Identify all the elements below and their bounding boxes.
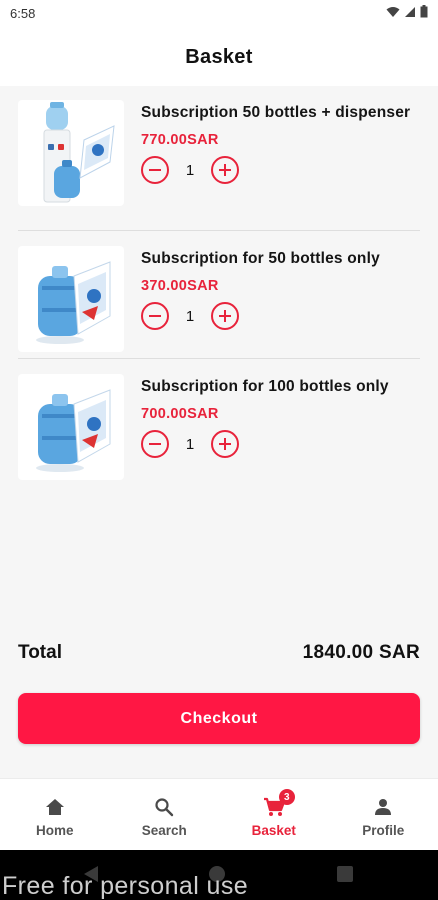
item-info: Subscription for 50 bottles only 370.00S… [141,248,411,330]
nav-label: Home [35,823,74,838]
nav-label: Profile [362,823,405,838]
basket-item: Subscription 50 bottles + dispenser 770.… [0,100,438,228]
item-price: 770.00SAR [141,132,219,148]
person-icon [371,795,395,819]
divider [18,230,420,231]
app-header: Basket [0,28,438,86]
divider [18,358,420,359]
quantity-stepper: 1 [141,430,411,458]
status-icons [386,5,428,18]
product-image [18,246,124,352]
product-image [18,100,124,206]
item-price: 700.00SAR [141,406,219,422]
checkout-button[interactable]: Checkout [18,693,420,744]
increase-quantity-button[interactable] [211,156,239,184]
item-price: 370.00SAR [141,278,219,294]
quantity-stepper: 1 [141,302,411,330]
total-row: Total 1840.00 SAR [18,642,420,664]
quantity-stepper: 1 [141,156,411,184]
total-label: Total [18,642,62,663]
quantity-value: 1 [185,161,195,179]
search-icon [152,795,176,819]
decrease-quantity-button[interactable] [141,302,169,330]
water-bottle-image [36,389,111,472]
nav-label: Basket [251,823,296,838]
item-name: Subscription for 100 bottles only [141,378,389,395]
nav-item-search[interactable]: Search [110,779,220,850]
basket-list: Subscription 50 bottles + dispenser 770.… [0,86,438,778]
decrease-quantity-button[interactable] [141,430,169,458]
recents-icon[interactable] [336,865,354,883]
cart-icon: 3 [262,789,295,819]
status-time: 6:58 [10,6,36,21]
item-info: Subscription 50 bottles + dispenser 770.… [141,102,411,184]
total-value: 1840.00 SAR [302,642,420,663]
item-name: Subscription for 50 bottles only [141,250,380,267]
signal-icon [405,6,415,17]
increase-quantity-button[interactable] [211,302,239,330]
basket-item: Subscription for 50 bottles only 370.00S… [0,246,438,356]
increase-quantity-button[interactable] [211,430,239,458]
nav-item-basket[interactable]: 3 Basket [219,779,329,850]
water-dispenser-image [43,102,115,203]
basket-item: Subscription for 100 bottles only 700.00… [0,374,438,494]
wifi-icon [386,6,400,17]
nav-label: Search [141,823,187,838]
nav-item-home[interactable]: Home [0,779,110,850]
water-bottle-image [36,261,111,344]
battery-icon [420,5,428,18]
item-name: Subscription 50 bottles + dispenser [141,104,411,121]
nav-item-profile[interactable]: Profile [329,779,438,850]
product-image [18,374,124,480]
watermark-text: Free for personal use [2,872,249,900]
status-bar: 6:58 [0,0,438,28]
decrease-quantity-button[interactable] [141,156,169,184]
item-info: Subscription for 100 bottles only 700.00… [141,376,411,458]
page-title: Basket [185,45,253,68]
quantity-value: 1 [185,307,195,325]
quantity-value: 1 [185,435,195,453]
bottom-navigation: Home Search 3 Basket Profile [0,778,438,850]
home-icon [43,795,67,819]
cart-count-badge: 3 [278,789,295,805]
